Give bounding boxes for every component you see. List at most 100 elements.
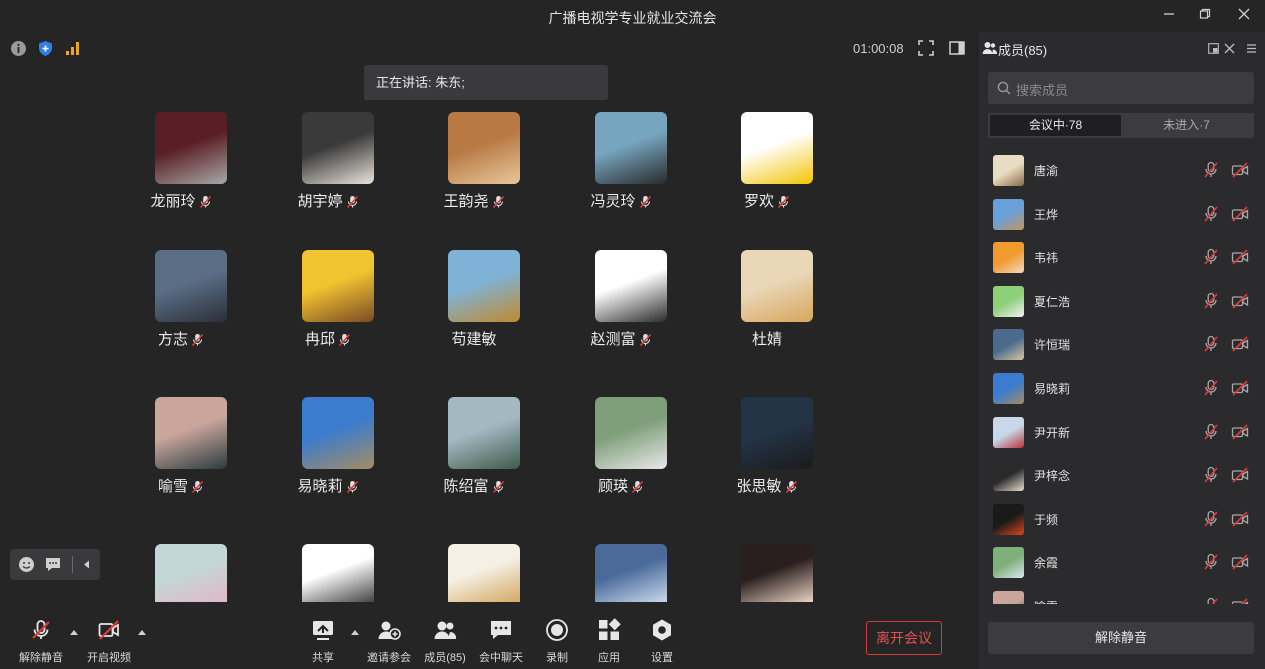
member-avatar — [993, 329, 1024, 361]
settings-button[interactable]: 设置 — [632, 618, 692, 665]
camera-off-icon[interactable] — [1231, 379, 1249, 397]
member-panel-title: 成员(85) — [998, 43, 1048, 58]
member-avatar — [993, 591, 1024, 604]
record-button[interactable]: 录制 — [527, 618, 587, 665]
member-avatar — [993, 416, 1024, 448]
member-row[interactable]: 易晓莉 — [978, 367, 1265, 410]
mic-muted-icon — [346, 481, 358, 494]
camera-off-icon[interactable] — [1231, 423, 1249, 441]
mic-muted-icon[interactable] — [1203, 379, 1219, 397]
apps-icon — [599, 618, 621, 640]
chat-icon — [491, 621, 511, 639]
close-panel-icon[interactable] — [1224, 43, 1235, 54]
participant-name-text: 陈绍富 — [443, 478, 489, 495]
mic-muted-icon[interactable] — [1203, 161, 1219, 179]
participant-name: 张思敏 — [707, 475, 827, 496]
share-button[interactable]: 共享 — [293, 618, 353, 665]
tab-not-joined[interactable]: 未进入·7 — [1121, 115, 1252, 136]
mic-muted-icon — [32, 620, 50, 639]
minimize-icon[interactable] — [1158, 6, 1180, 26]
audio-options-caret[interactable] — [70, 630, 78, 635]
mic-muted-icon[interactable] — [1203, 335, 1219, 353]
apps-button[interactable]: 应用 — [579, 618, 639, 665]
member-row[interactable]: 喻雪 — [978, 585, 1265, 604]
participant-name: 罗欢 — [707, 190, 827, 211]
more-menu-icon[interactable] — [1246, 43, 1257, 54]
camera-off-icon[interactable] — [1231, 553, 1249, 571]
mic-muted-icon[interactable] — [1203, 597, 1219, 604]
mic-muted-icon[interactable] — [1203, 423, 1219, 441]
close-icon[interactable] — [1233, 6, 1255, 26]
unmute-all-button[interactable]: 解除静音 — [988, 622, 1254, 654]
camera-off-icon — [98, 620, 119, 640]
mic-muted-icon[interactable] — [1203, 553, 1219, 571]
participant-name-text: 张思敏 — [736, 478, 782, 495]
member-name: 余霞 — [1034, 556, 1059, 571]
mic-muted-icon — [777, 196, 790, 209]
mic-muted-icon[interactable] — [1203, 510, 1219, 528]
camera-off-icon[interactable] — [1231, 205, 1249, 223]
member-avatar — [993, 547, 1024, 579]
mic-muted-icon — [785, 481, 797, 494]
member-name: 王烨 — [1034, 207, 1059, 222]
member-row[interactable]: 余霞 — [978, 541, 1265, 584]
mic-muted-icon[interactable] — [1203, 466, 1219, 484]
participant-name: 龙丽玲 — [121, 190, 241, 211]
member-panel: 成员(85) 搜索成员 会议中·78 未进入·7 唐渝王烨韦祎夏仁浩 许恒瑞 易晓莉… — [977, 32, 1265, 669]
pop-out-icon[interactable] — [1208, 43, 1219, 54]
participant-avatar — [155, 112, 227, 184]
participant-name-text: 易晓莉 — [297, 478, 343, 495]
share-options-caret[interactable] — [351, 630, 359, 635]
member-row[interactable]: 于频 — [978, 498, 1265, 541]
mic-muted-icon[interactable] — [1203, 205, 1219, 223]
mic-muted-icon[interactable] — [1203, 292, 1219, 310]
member-row[interactable]: 尹开新 — [978, 411, 1265, 454]
member-row[interactable]: 许恒瑞 — [978, 323, 1265, 366]
tab-in-meeting[interactable]: 会议中·78 — [990, 115, 1121, 136]
speaking-indicator: 正在讲话: 朱东; — [364, 65, 608, 100]
mic-muted-icon — [639, 196, 651, 209]
chat-button[interactable]: 会中聊天 — [471, 618, 531, 665]
camera-off-icon[interactable] — [1231, 335, 1249, 353]
member-row[interactable]: 唐渝 — [978, 149, 1265, 192]
mic-muted-icon[interactable] — [1203, 248, 1219, 266]
collapse-left-icon[interactable] — [82, 559, 92, 570]
mic-muted-icon — [639, 334, 651, 347]
participant-avatar — [302, 397, 374, 469]
member-row[interactable]: 尹梓念 — [978, 454, 1265, 497]
member-avatar — [993, 285, 1024, 317]
unmute-button[interactable]: 解除静音 — [11, 618, 71, 665]
participant-avatar — [155, 250, 227, 322]
member-name: 韦祎 — [1034, 251, 1059, 266]
start-video-button[interactable]: 开启视频 — [79, 618, 139, 665]
participant-name: 方志 — [121, 328, 241, 349]
camera-off-icon[interactable] — [1231, 597, 1249, 604]
invite-button[interactable]: 邀请参会 — [359, 618, 419, 665]
camera-off-icon[interactable] — [1231, 292, 1249, 310]
camera-off-icon[interactable] — [1231, 466, 1249, 484]
add-user-icon — [378, 621, 401, 640]
participant-avatar — [155, 397, 227, 469]
member-row[interactable]: 韦祎 — [978, 236, 1265, 279]
member-list: 唐渝王烨韦祎夏仁浩许恒瑞易晓莉尹开新尹梓念于频余霞喻雪 — [978, 149, 1265, 604]
leave-meeting-button[interactable]: 离开会议 — [866, 621, 942, 655]
camera-off-icon[interactable] — [1231, 161, 1249, 179]
members-button[interactable]: 成员(85) — [415, 618, 475, 665]
participant-name-text: 罗欢 — [743, 193, 774, 210]
camera-off-icon[interactable] — [1231, 248, 1249, 266]
member-avatar — [993, 460, 1024, 492]
participant-name: 苟建敏 — [414, 328, 534, 349]
mic-muted-icon — [492, 481, 504, 494]
camera-off-icon[interactable] — [1231, 510, 1249, 528]
member-avatar — [993, 198, 1024, 230]
member-row[interactable]: 王烨 — [978, 193, 1265, 236]
member-search-input[interactable]: 搜索成员 — [988, 72, 1254, 104]
mic-muted-icon — [338, 334, 351, 347]
members-icon — [982, 42, 997, 54]
participant-name: 赵测富 — [561, 328, 681, 349]
video-options-caret[interactable] — [138, 630, 146, 635]
restore-icon[interactable] — [1194, 6, 1216, 26]
participant-name: 王韵尧 — [414, 190, 534, 211]
member-row[interactable]: 夏仁浩 — [978, 280, 1265, 323]
search-placeholder: 搜索成员 — [1016, 83, 1069, 98]
